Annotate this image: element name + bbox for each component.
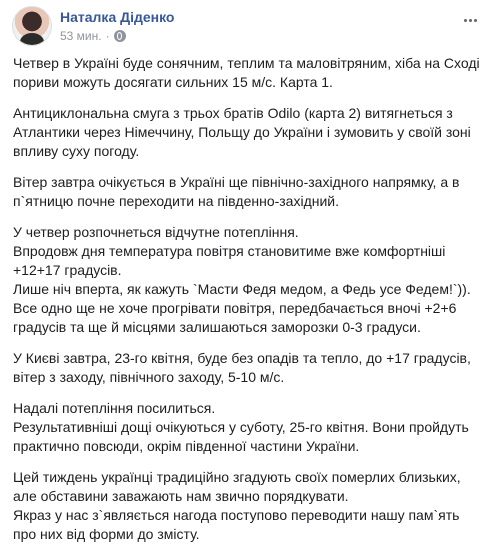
- post-text: Четвер в Україні буде сонячним, теплим т…: [13, 54, 485, 556]
- post-paragraph: У Києві завтра, 23-го квітня, буде без о…: [13, 349, 485, 387]
- facebook-post: Наталка Діденко 53 мин. · Четвер в Украї…: [0, 0, 494, 542]
- post-paragraph: Вітер завтра очікується в Україні ще пів…: [13, 173, 485, 211]
- post-line: Якраз у нас з`являється нагода поступово…: [13, 507, 460, 542]
- post-paragraph: Антициклональна смуга з трьох братів Odi…: [13, 104, 485, 161]
- post-submeta: 53 мин. ·: [60, 28, 174, 44]
- author-name[interactable]: Наталка Діденко: [60, 8, 174, 26]
- globe-icon[interactable]: [113, 30, 126, 42]
- post-line: Четвер в Україні буде сонячним, теплим т…: [13, 55, 480, 90]
- post-line: Вітер завтра очікується в Україні ще пів…: [13, 174, 460, 209]
- meta-separator: ·: [105, 29, 110, 43]
- post-timestamp[interactable]: 53 мин.: [60, 28, 102, 44]
- post-line: У четвер розпочнеться відчутне потеплінн…: [13, 224, 299, 240]
- post-meta: Наталка Діденко 53 мин. ·: [60, 8, 174, 44]
- post-line: Надалі потепління посилиться.: [13, 400, 216, 416]
- post-paragraph: У четвер розпочнеться відчутне потеплінн…: [13, 223, 485, 337]
- post-line: Цей тиждень українці традиційно згадують…: [13, 469, 461, 504]
- post-line: Впродовж дня температура повітря станови…: [13, 243, 446, 278]
- post-line: Антициклональна смуга з трьох братів Odi…: [13, 105, 471, 159]
- post-paragraph: Надалі потепління посилиться. Результатив…: [13, 399, 485, 456]
- post-line: У Києві завтра, 23-го квітня, буде без о…: [13, 350, 471, 385]
- author-avatar[interactable]: [12, 6, 52, 46]
- post-line: Результативніші дощі очікуються у суботу…: [13, 419, 469, 454]
- post-paragraph: Цей тиждень українці традиційно згадують…: [13, 468, 485, 544]
- post-paragraph: Четвер в Україні буде сонячним, теплим т…: [13, 54, 485, 92]
- more-options-icon[interactable]: [460, 10, 480, 30]
- post-header: Наталка Діденко 53 мин. ·: [12, 6, 174, 46]
- post-line: Все одно ще не хоче прогрівати повітря, …: [13, 300, 457, 335]
- post-line: Лише ніч вперта, як кажуть `Масти Федя м…: [13, 281, 471, 297]
